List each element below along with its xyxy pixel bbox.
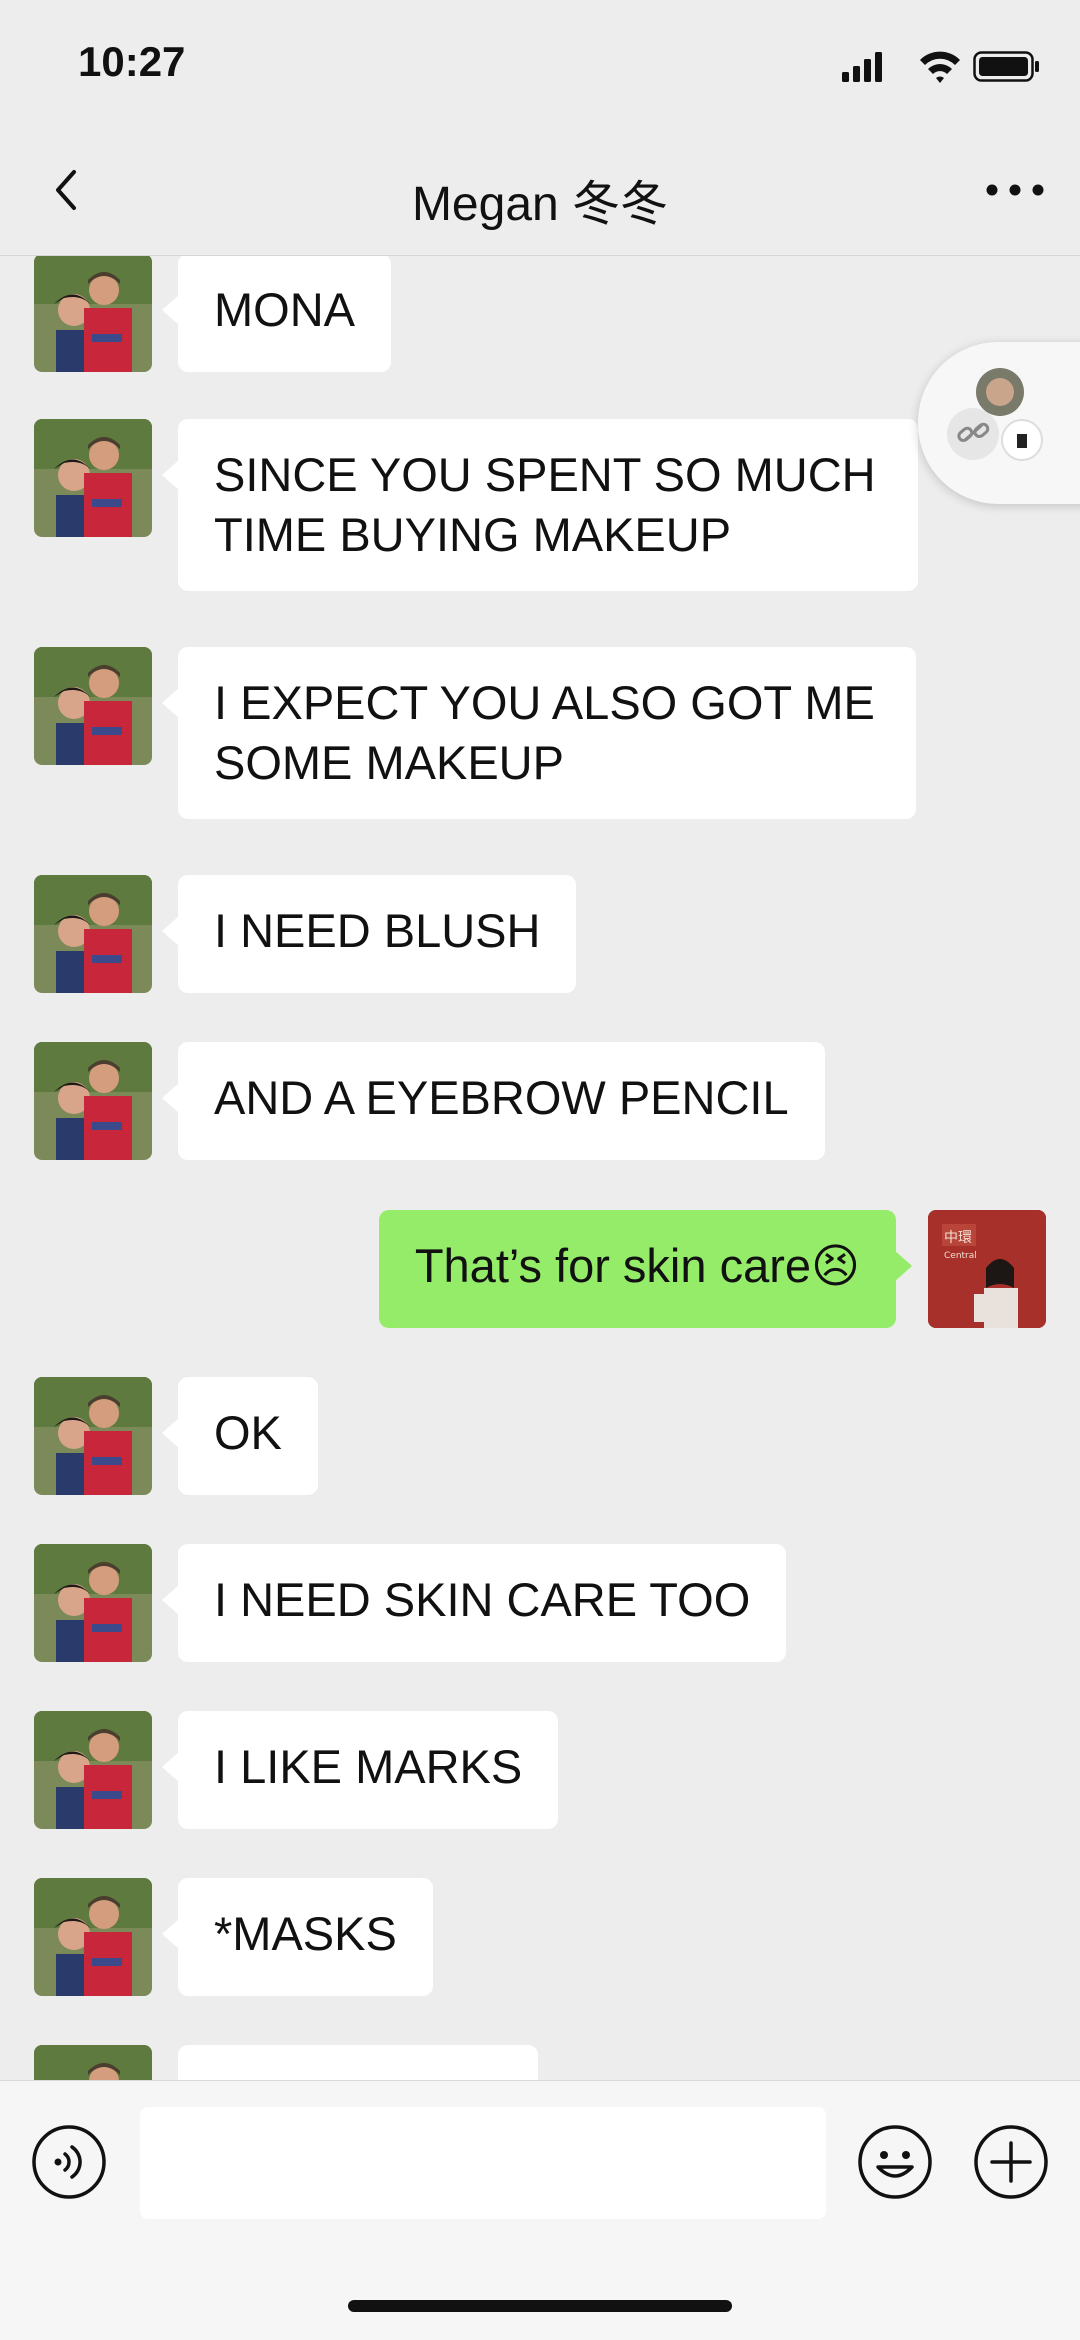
plus-icon: [974, 2125, 1048, 2199]
contact-avatar[interactable]: [34, 1878, 152, 1996]
message-row: *MASKS: [0, 1878, 1080, 1998]
incoming-message-bubble[interactable]: I NEED SKIN CARE TOO: [161, 1544, 787, 1662]
contact-avatar[interactable]: [34, 256, 152, 372]
message-list[interactable]: MONA SINCE YOU SPENT SO MUCH TIME BUYING…: [0, 256, 1080, 2080]
incoming-message-bubble[interactable]: *MASKS: [162, 1878, 433, 1996]
contact-avatar[interactable]: [34, 1042, 152, 1160]
status-time: 10:27: [78, 38, 186, 85]
incoming-message-bubble[interactable]: AND A EYEBROW PENCIL: [162, 1042, 825, 1160]
wifi-icon: [920, 51, 960, 83]
emoji-button[interactable]: [856, 2123, 934, 2201]
outgoing-message-bubble[interactable]: That’s for skin care😣: [378, 1210, 913, 1328]
contact-avatar[interactable]: [34, 1544, 152, 1662]
svg-text:中環: 中環: [944, 1230, 972, 1246]
voice-button[interactable]: [30, 2123, 108, 2201]
emoji-icon: [858, 2125, 932, 2199]
link-icon: [947, 408, 999, 460]
home-indicator[interactable]: [348, 2300, 732, 2312]
floating-window-widget[interactable]: [918, 342, 1080, 504]
own-avatar[interactable]: 中環 Central: [928, 1210, 1046, 1328]
voice-icon: [32, 2125, 106, 2199]
battery-icon: [973, 51, 1039, 82]
message-row: 中環 Central That’s for skin care😣: [0, 1210, 1080, 1330]
plus-button[interactable]: [972, 2123, 1050, 2201]
contact-avatar[interactable]: [34, 1711, 152, 1829]
incoming-message-bubble[interactable]: MONA: [162, 256, 391, 372]
signal-icon: [842, 52, 882, 82]
chat-title[interactable]: Megan 冬冬: [0, 164, 1080, 234]
svg-text:Central: Central: [944, 1251, 977, 1261]
incoming-message-bubble[interactable]: I NEED BLUSH: [161, 875, 577, 993]
more-dots-icon: [986, 184, 1044, 196]
status-icons: [842, 51, 1039, 83]
chat-header: Megan 冬冬: [0, 130, 1080, 256]
contact-avatar[interactable]: [34, 1377, 152, 1495]
more-button[interactable]: [980, 160, 1050, 220]
message-row: OK: [0, 1377, 1080, 1497]
message-input[interactable]: [140, 2107, 826, 2219]
incoming-message-bubble[interactable]: [178, 2045, 538, 2080]
status-bar: 10:27: [0, 0, 1080, 130]
incoming-message-bubble[interactable]: I LIKE MARKS: [161, 1711, 559, 1829]
incoming-message-bubble[interactable]: SINCE YOU SPENT SO MUCH TIME BUYING MAKE…: [162, 419, 918, 591]
message-row: I NEED BLUSH: [0, 875, 1080, 995]
incoming-message-bubble[interactable]: OK: [162, 1377, 318, 1495]
contact-avatar[interactable]: [34, 2045, 152, 2080]
incoming-message-bubble[interactable]: I EXPECT YOU ALSO GOT ME SOME MAKEUP: [162, 647, 916, 819]
message-row: AND A EYEBROW PENCIL: [0, 1042, 1080, 1162]
contact-avatar[interactable]: [34, 647, 152, 765]
message-row: I EXPECT YOU ALSO GOT ME SOME MAKEUP: [0, 647, 1080, 827]
message-row: I NEED SKIN CARE TOO: [0, 1544, 1080, 1664]
contact-avatar[interactable]: [34, 875, 152, 993]
contact-avatar[interactable]: [34, 419, 152, 537]
message-row: I LIKE MARKS: [0, 1711, 1080, 1831]
message-row: [0, 2045, 1080, 2080]
